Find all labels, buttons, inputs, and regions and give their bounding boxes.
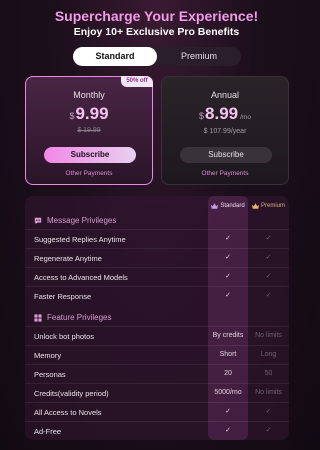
table-row: Unlock bot photos By credits No limits (25, 326, 289, 345)
crown-icon (211, 203, 219, 209)
benefit-label: All Access to Novels (34, 408, 102, 417)
price-amount: 9.99 (75, 104, 109, 123)
discount-badge: 50% off (121, 76, 153, 87)
standard-column-label: Standard (220, 203, 245, 209)
subscribe-button[interactable]: Subscribe (180, 147, 272, 163)
table-row: Memory Short Long (25, 345, 289, 364)
standard-value: 5000/mo (214, 389, 242, 396)
standard-value: By credits (212, 332, 244, 339)
plan-tier-toggle: Standard Premium (73, 47, 241, 66)
standard-check-icon: ✓ (225, 273, 231, 280)
benefit-label: Faster Response (34, 292, 92, 301)
benefit-label: Suggested Replies Anytime (34, 235, 126, 244)
standard-check-icon: ✓ (225, 427, 231, 434)
price-period: /mo (240, 114, 251, 121)
monthly-plan-card[interactable]: 50% off Monthly $ 9.99 $ 19.99 Subscribe… (25, 76, 153, 185)
table-row: Credits(validity period) 5000/mo No limi… (25, 383, 289, 402)
feature-privileges-heading: Feature Privileges (34, 313, 111, 322)
tab-premium[interactable]: Premium (157, 47, 241, 66)
tab-standard[interactable]: Standard (73, 47, 157, 66)
table-row: Faster Response ✓ ✓ (25, 286, 289, 305)
yearly-price: $ 107.99/year (203, 128, 247, 135)
table-row: All Access to Novels ✓ ✓ (25, 402, 289, 421)
plan-name: Monthly (73, 90, 105, 100)
premium-value: Long (260, 351, 277, 358)
premium-value: 50 (264, 370, 273, 377)
message-privileges-heading: Message Privileges (34, 216, 116, 225)
standard-check-icon: ✓ (225, 292, 231, 299)
standard-check-icon: ✓ (225, 408, 231, 415)
table-row: Suggested Replies Anytime ✓ ✓ (25, 229, 289, 248)
other-payments-link[interactable]: Other Payments (162, 170, 288, 177)
standard-value: 20 (224, 370, 232, 377)
premium-check-icon: ✓ (265, 408, 272, 415)
price-amount: 8.99 (205, 104, 239, 123)
premium-value: No limits (255, 332, 282, 339)
currency-symbol: $ (69, 111, 75, 121)
table-row: Personas 20 50 (25, 364, 289, 383)
premium-check-icon: ✓ (265, 254, 272, 261)
other-payments-link[interactable]: Other Payments (26, 170, 152, 177)
original-price: $ 19.99 (77, 127, 101, 134)
plan-name: Annual (210, 90, 240, 100)
premium-check-icon: ✓ (265, 235, 272, 242)
standard-check-icon: ✓ (225, 235, 231, 242)
page-title: Supercharge Your Experience! (54, 8, 259, 24)
subscribe-button[interactable]: Subscribe (44, 147, 136, 163)
price-row: $ 9.99 (26, 104, 152, 124)
benefit-label: Regenerate Anytime (34, 254, 102, 263)
standard-check-icon: ✓ (225, 254, 231, 261)
table-row: Access to Advanced Models ✓ ✓ (25, 267, 289, 286)
page-subtitle: Enjoy 10+ Exclusive Pro Benefits (73, 26, 240, 38)
benefit-label: Access to Advanced Models (34, 273, 128, 282)
crown-icon (251, 203, 259, 209)
section-label: Message Privileges (47, 216, 117, 225)
grid-icon (34, 313, 42, 322)
benefit-label: Credits(validity period) (34, 389, 109, 398)
section-label: Feature Privileges (47, 313, 112, 322)
benefit-label: Ad-Free (34, 427, 62, 436)
table-row: Regenerate Anytime ✓ ✓ (25, 248, 289, 267)
table-row: Ad-Free ✓ ✓ (25, 421, 289, 440)
premium-column-label: Premium (260, 203, 285, 209)
annual-plan-card[interactable]: Annual $ 8.99 /mo $ 107.99/year Subscrib… (161, 76, 289, 185)
chat-bubble-icon (34, 217, 42, 225)
standard-value: Short (219, 351, 237, 358)
currency-symbol: $ (199, 111, 205, 121)
benefit-label: Unlock bot photos (34, 332, 95, 341)
standard-column-header: Standard (208, 203, 248, 209)
premium-column-header: Premium (248, 203, 289, 209)
premium-value: No limits (255, 389, 282, 396)
premium-check-icon: ✓ (265, 427, 272, 434)
benefit-label: Memory (34, 351, 62, 360)
benefit-label: Personas (34, 370, 66, 379)
premium-check-icon: ✓ (265, 273, 272, 280)
price-row: $ 8.99 /mo (162, 104, 288, 124)
premium-check-icon: ✓ (265, 292, 272, 299)
